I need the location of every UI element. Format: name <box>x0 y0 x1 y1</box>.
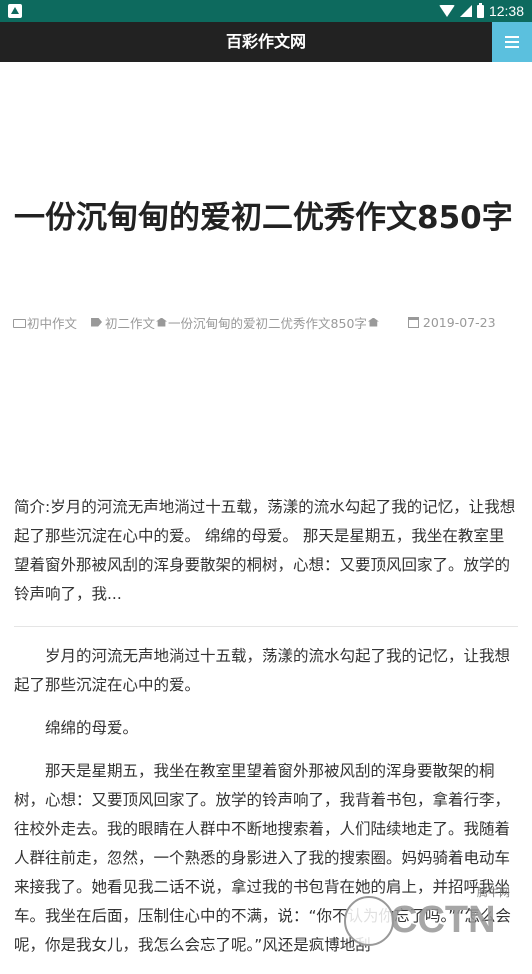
paragraph: 岁月的河流无声地淌过十五载，荡漾的流水勾起了我的记忆，让我想起了那些沉淀在心中的… <box>14 647 511 694</box>
tag-link[interactable]: 初二作文 <box>91 313 155 332</box>
category-label: 初中作文 <box>27 315 78 331</box>
menu-button[interactable] <box>492 22 532 62</box>
category-link[interactable]: 初中作文 <box>13 313 77 332</box>
watermark-logo-icon <box>344 896 394 946</box>
tag-label: 初二作文 <box>105 315 156 331</box>
folder-icon <box>13 318 26 328</box>
battery-icon <box>476 2 484 18</box>
watermark-text: CCTN <box>390 899 496 941</box>
status-bar: 12:38 <box>0 0 532 22</box>
home-icon <box>156 317 168 327</box>
app-header: 百彩作文网 <box>0 22 532 62</box>
article-title: 一份沉甸甸的爱初二优秀作文850字 <box>14 200 513 236</box>
divider <box>14 626 518 627</box>
watermark-small: 腾牛网 <box>477 886 510 899</box>
hamburger-icon <box>505 36 519 48</box>
article-meta: 初中作文 初二作文 一份沉甸甸的爱初二优秀作文850字 2019-07-23 <box>13 313 523 331</box>
signal-icon <box>459 5 472 17</box>
home-icon <box>367 317 379 327</box>
date: 2019-07-23 <box>407 314 496 330</box>
tag-icon <box>91 317 103 327</box>
date-label: 2019-07-23 <box>422 314 496 330</box>
notification-icon <box>8 4 22 18</box>
calendar-icon <box>407 316 419 328</box>
crumb-title: 一份沉甸甸的爱初二优秀作文850字 <box>168 315 367 331</box>
paragraph: 绵绵的母爱。 <box>45 719 139 737</box>
watermark: CCTN 腾牛网 <box>344 884 532 946</box>
wifi-icon <box>438 5 455 17</box>
status-time: 12:38 <box>488 3 524 19</box>
site-title[interactable]: 百彩作文网 <box>0 22 532 62</box>
article-summary: 简介:岁月的河流无声地淌过十五载，荡漾的流水勾起了我的记忆，让我想起了那些沉淀在… <box>14 498 516 603</box>
